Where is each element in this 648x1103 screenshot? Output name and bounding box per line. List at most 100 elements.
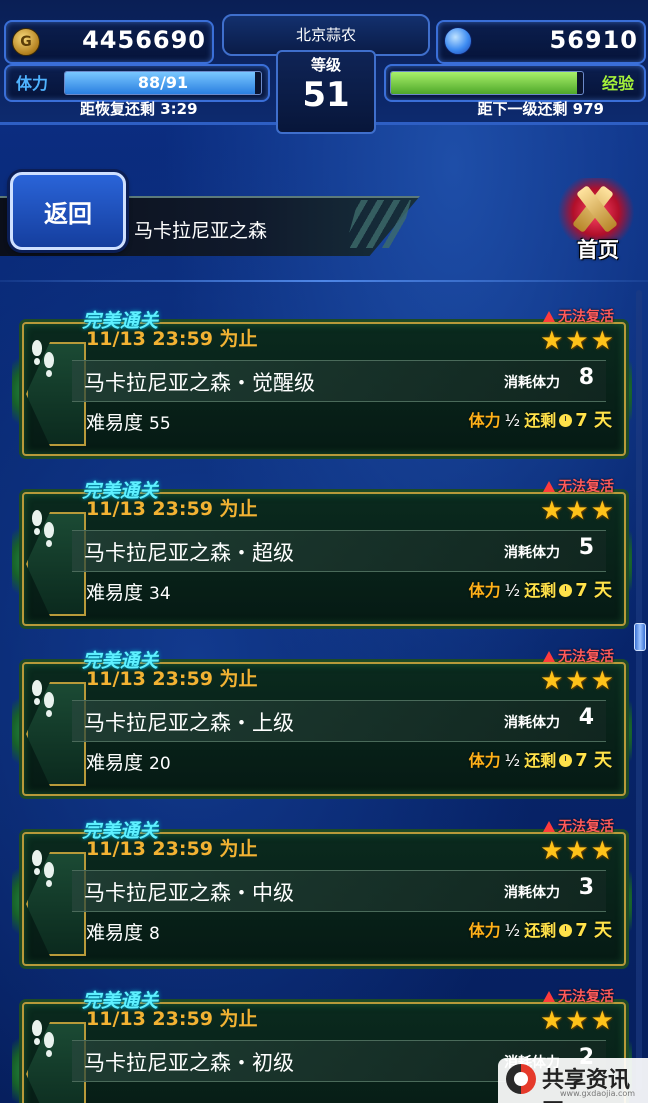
stage-name: 马卡拉尼亚之森・觉醒级 — [84, 371, 315, 395]
no-revive-text: 无法复活 — [558, 479, 614, 495]
footprints-icon — [30, 1016, 56, 1057]
footprints-icon — [30, 506, 56, 547]
stage-card[interactable]: 完美通关 11/13 23:59 为止 无法复活 ★★★ 马卡拉尼亚之森・超级 … — [12, 476, 632, 626]
stamina-value: 88/91 — [137, 73, 189, 92]
campaign-info: 体力 ½ 还剩 7 天 — [469, 746, 612, 772]
campaign-days-value: 7 天 — [575, 410, 612, 431]
campaign-half-value: ½ — [504, 411, 521, 430]
stage-name: 马卡拉尼亚之森・中级 — [84, 881, 294, 905]
footprints-icon — [30, 846, 56, 887]
deadline-text: 11/13 23:59 为止 — [86, 498, 258, 520]
stage-name-row: 马卡拉尼亚之森・超级 消耗体力 5 — [72, 530, 606, 572]
level-badge: 等级 51 — [276, 50, 376, 134]
stage-name-row: 马卡拉尼亚之森・中级 消耗体力 3 — [72, 870, 606, 912]
campaign-stamina-label: 体力 — [468, 921, 501, 940]
watermark-logo-icon — [506, 1064, 536, 1094]
stamina-panel: 体力 88/91 — [4, 64, 270, 102]
scrollbar-thumb[interactable] — [634, 622, 646, 651]
stage-name-row: 马卡拉尼亚之森・觉醒级 消耗体力 8 — [72, 360, 606, 402]
stamina-cost-value: 4 — [578, 705, 594, 730]
stage-name: 马卡拉尼亚之森・上级 — [84, 711, 294, 735]
no-revive-text: 无法复活 — [558, 989, 614, 1005]
campaign-remain-label: 还剩 — [524, 411, 557, 430]
star-rating: ★★★ — [540, 666, 616, 696]
exp-label: 经验 — [601, 74, 634, 93]
gem-icon — [444, 27, 472, 55]
campaign-remain-label: 还剩 — [524, 581, 557, 600]
difficulty-label: 难易度 — [86, 582, 144, 604]
clock-icon — [559, 414, 573, 427]
no-revive-label: 无法复活 — [543, 476, 614, 496]
campaign-info: 体力 ½ 还剩 7 天 — [469, 406, 612, 432]
warning-icon — [543, 311, 555, 322]
exp-bar — [390, 71, 584, 95]
stage-card[interactable]: 完美通关 11/13 23:59 为止 无法复活 ★★★ 马卡拉尼亚之森・上级 … — [12, 646, 632, 796]
watermark: 共享资讯网 www.gxdaojia.com — [498, 1058, 648, 1103]
campaign-remain-label: 还剩 — [524, 921, 557, 940]
star-rating: ★★★ — [540, 326, 616, 356]
page-title: 马卡拉尼亚之森 — [134, 220, 268, 242]
difficulty: 难易度 8 — [86, 918, 160, 945]
home-button[interactable]: 首页 — [548, 176, 644, 268]
level-label: 等级 — [310, 56, 341, 74]
no-revive-text: 无法复活 — [558, 309, 614, 325]
clock-icon — [559, 924, 573, 937]
difficulty — [86, 1088, 92, 1103]
exp-bar-fill — [391, 72, 578, 94]
watermark-url: www.gxdaojia.com — [560, 1089, 636, 1098]
gil-amount: 4456690 — [82, 26, 206, 54]
stamina-cost-label: 消耗体力 — [504, 715, 560, 731]
deadline-text: 11/13 23:59 为止 — [86, 668, 258, 690]
gem-panel: 56910 — [436, 20, 646, 64]
warning-icon — [543, 651, 555, 662]
difficulty: 难易度 34 — [86, 578, 171, 605]
campaign-stamina-label: 体力 — [468, 581, 501, 600]
no-revive-label: 无法复活 — [543, 646, 614, 666]
star-rating: ★★★ — [540, 496, 616, 526]
difficulty-label: 难易度 — [86, 752, 144, 774]
campaign-half-value: ½ — [504, 751, 521, 770]
clock-icon — [559, 584, 573, 597]
difficulty-value: 34 — [149, 584, 171, 604]
stage-name-row: 马卡拉尼亚之森・上级 消耗体力 4 — [72, 700, 606, 742]
clock-icon — [559, 754, 573, 767]
difficulty-value: 20 — [149, 754, 171, 774]
no-revive-text: 无法复活 — [558, 649, 614, 665]
campaign-half-value: ½ — [504, 581, 521, 600]
campaign-days-value: 7 天 — [575, 580, 612, 601]
no-revive-label: 无法复活 — [543, 306, 614, 326]
scrollbar-track[interactable] — [636, 290, 642, 1090]
stage-card[interactable]: 完美通关 11/13 23:59 为止 无法复活 ★★★ 马卡拉尼亚之森・觉醒级… — [12, 306, 632, 456]
deadline-text: 11/13 23:59 为止 — [86, 838, 258, 860]
stamina-cost-value: 3 — [578, 875, 594, 900]
campaign-info: 体力 ½ 还剩 7 天 — [469, 576, 612, 602]
no-revive-text: 无法复活 — [558, 819, 614, 835]
gem-amount: 56910 — [549, 26, 638, 54]
difficulty-label: 难易度 — [86, 922, 144, 944]
deadline-text: 11/13 23:59 为止 — [86, 328, 258, 350]
campaign-stamina-label: 体力 — [468, 411, 501, 430]
no-revive-label: 无法复活 — [543, 986, 614, 1006]
difficulty-value: 8 — [149, 924, 160, 944]
stamina-cost-label: 消耗体力 — [504, 545, 560, 561]
warning-icon — [543, 481, 555, 492]
footprints-icon — [30, 676, 56, 717]
exp-panel: 经验 — [384, 64, 646, 102]
stage-select-screen: G 4456690 北京蒜农 等级 51 56910 体力 88/91 经验 距… — [0, 0, 648, 1103]
star-rating: ★★★ — [540, 836, 616, 866]
stamina-cost-label: 消耗体力 — [504, 885, 560, 901]
difficulty-label: 难易度 — [86, 412, 144, 434]
stamina-cost-value: 8 — [578, 365, 594, 390]
home-label: 首页 — [577, 238, 619, 262]
stamina-bar: 88/91 — [64, 71, 262, 95]
deadline-text: 11/13 23:59 为止 — [86, 1008, 258, 1030]
stage-card[interactable]: 完美通关 11/13 23:59 为止 无法复活 ★★★ 马卡拉尼亚之森・中级 … — [12, 816, 632, 966]
next-level-remaining: 距下一级还剩 979 — [477, 100, 604, 118]
star-rating: ★★★ — [540, 1006, 616, 1036]
gil-coin-icon: G — [12, 28, 40, 56]
campaign-info: 体力 ½ 还剩 7 天 — [469, 916, 612, 942]
back-button[interactable]: 返回 — [10, 172, 126, 250]
level-value: 51 — [302, 75, 350, 115]
difficulty-value: 55 — [149, 414, 171, 434]
campaign-days-value: 7 天 — [575, 920, 612, 941]
